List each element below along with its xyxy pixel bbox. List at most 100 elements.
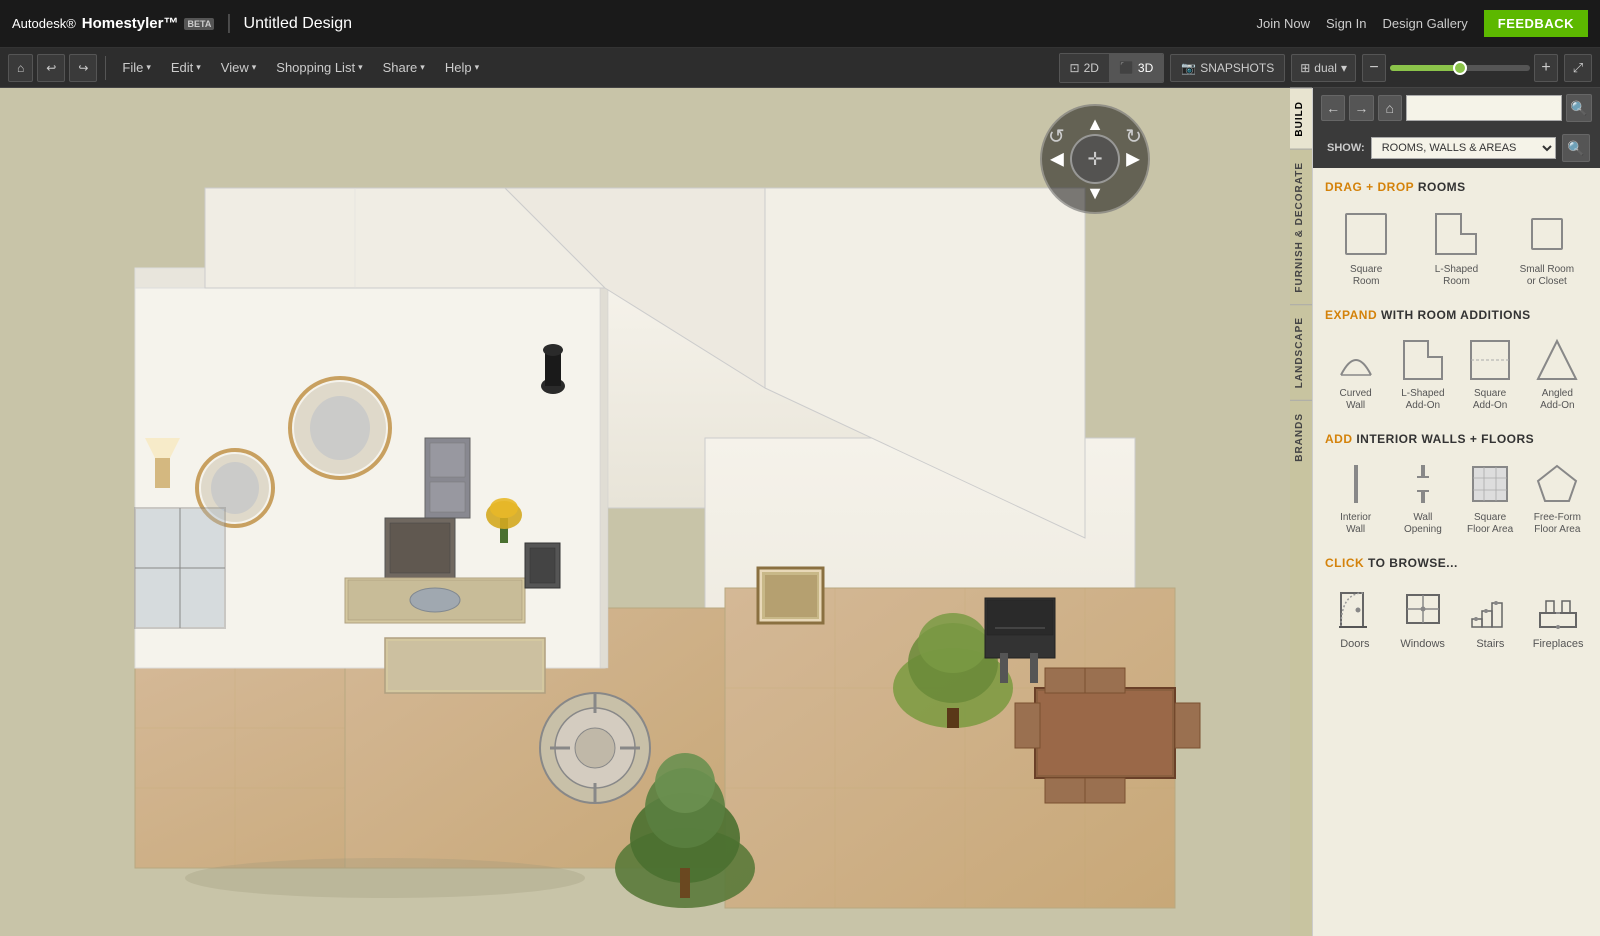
- edit-menu[interactable]: Edit ▾: [163, 54, 209, 82]
- l-addon-item[interactable]: L-ShapedAdd-On: [1392, 332, 1453, 416]
- interior-wall-label: InteriorWall: [1340, 512, 1371, 536]
- edit-label: Edit: [171, 60, 193, 75]
- shopping-list-menu[interactable]: Shopping List ▾: [268, 54, 370, 82]
- sidebar-home-button[interactable]: ⌂: [1378, 95, 1402, 121]
- topbar: Autodesk® Homestyler™ BETA | Untitled De…: [0, 0, 1600, 48]
- zoom-out-button[interactable]: −: [1362, 54, 1386, 82]
- view-2d-icon: ⊡: [1070, 61, 1080, 75]
- expand-grid: Curved Wall L-ShapedAdd-On: [1325, 332, 1588, 416]
- wall-opening-label: WallOpening: [1404, 512, 1442, 536]
- freeform-floor-item[interactable]: Free-FormFloor Area: [1527, 456, 1588, 540]
- tab-build[interactable]: BUILD: [1290, 88, 1312, 149]
- dual-label: dual: [1314, 61, 1337, 75]
- fireplaces-browse-item[interactable]: Fireplaces: [1528, 580, 1588, 654]
- dual-arrow: ▾: [1341, 61, 1347, 75]
- sidebar-search-icon-btn[interactable]: 🔍: [1562, 134, 1590, 162]
- sign-in-link[interactable]: Sign In: [1326, 16, 1366, 31]
- pan-left-button[interactable]: ◀: [1050, 149, 1064, 170]
- windows-label: Windows: [1400, 638, 1445, 650]
- zoom-bar: − +: [1362, 54, 1558, 82]
- interior-wall-item[interactable]: InteriorWall: [1325, 456, 1386, 540]
- wall-opening-item[interactable]: WallOpening: [1392, 456, 1453, 540]
- small-room-item[interactable]: Small Roomor Closet: [1506, 204, 1588, 292]
- sidebar-nav-row: ← → ⌂ 🔍: [1313, 88, 1600, 128]
- redo-button[interactable]: ↪: [69, 54, 97, 82]
- show-select[interactable]: ROOMS, WALLS & AREAS: [1371, 137, 1556, 159]
- room-scene: [0, 88, 1290, 936]
- shopping-list-label: Shopping List: [276, 60, 355, 75]
- view-2d-button[interactable]: ⊡ 2D: [1060, 54, 1109, 82]
- feedback-button[interactable]: FEEDBACK: [1484, 10, 1588, 37]
- windows-icon: [1398, 584, 1448, 634]
- share-menu[interactable]: Share ▾: [375, 54, 433, 82]
- view-menu[interactable]: View ▾: [213, 54, 264, 82]
- nav-controls: ↺ ▲ ◀ ✛ ▶ ▼ ↻: [1040, 104, 1150, 214]
- interior-wall-shape: [1332, 460, 1380, 508]
- curved-wall-item[interactable]: Curved Wall: [1325, 332, 1386, 416]
- windows-browse-item[interactable]: Windows: [1393, 580, 1453, 654]
- l-shaped-room-item[interactable]: L-ShapedRoom: [1415, 204, 1497, 292]
- tab-furnish[interactable]: FURNISH & DECORATE: [1290, 149, 1312, 305]
- doors-browse-item[interactable]: Doors: [1325, 580, 1385, 654]
- tab-landscape[interactable]: LANDSCAPE: [1290, 304, 1312, 400]
- square-floor-item[interactable]: SquareFloor Area: [1460, 456, 1521, 540]
- dual-button[interactable]: ⊞ dual ▾: [1291, 54, 1356, 82]
- sidebar-content: DRAG + DROP ROOMS SquareRoom: [1313, 168, 1600, 936]
- undo-button[interactable]: ↩: [37, 54, 65, 82]
- sidebar-forward-button[interactable]: →: [1349, 95, 1373, 121]
- nav-center-icon: ✛: [1072, 136, 1118, 182]
- zoom-in-button[interactable]: +: [1534, 54, 1558, 82]
- browse-normal: TO BROWSE...: [1368, 556, 1458, 570]
- stairs-browse-item[interactable]: Stairs: [1461, 580, 1521, 654]
- redo-icon: ↪: [78, 61, 88, 75]
- rotate-right-button[interactable]: ↻: [1125, 124, 1142, 149]
- snapshots-button[interactable]: 📷 SNAPSHOTS: [1170, 54, 1285, 82]
- square-room-label: SquareRoom: [1350, 264, 1382, 288]
- rotate-left-button[interactable]: ↺: [1048, 124, 1065, 149]
- pan-up-button[interactable]: ▲: [1086, 114, 1104, 135]
- shopping-list-arrow: ▾: [358, 62, 363, 73]
- square-room-item[interactable]: SquareRoom: [1325, 204, 1407, 292]
- square-floor-label: SquareFloor Area: [1467, 512, 1513, 536]
- home-button[interactable]: ⌂: [8, 54, 33, 82]
- stairs-label: Stairs: [1476, 638, 1504, 650]
- help-menu[interactable]: Help ▾: [437, 54, 487, 82]
- sidebar-search-input[interactable]: [1406, 95, 1562, 121]
- square-addon-item[interactable]: SquareAdd-On: [1460, 332, 1521, 416]
- interior-normal: INTERIOR WALLS + FLOORS: [1356, 432, 1534, 446]
- sidebar-back-button[interactable]: ←: [1321, 95, 1345, 121]
- expand-normal: WITH ROOM ADDITIONS: [1381, 308, 1531, 322]
- zoom-track[interactable]: [1390, 65, 1530, 71]
- join-now-link[interactable]: Join Now: [1257, 16, 1310, 31]
- angled-addon-shape: [1533, 336, 1581, 384]
- file-arrow: ▾: [146, 62, 151, 73]
- fireplaces-label: Fireplaces: [1533, 638, 1584, 650]
- square-addon-shape: [1466, 336, 1514, 384]
- toolbar: ⌂ ↩ ↪ File ▾ Edit ▾ View ▾ Shopping List…: [0, 48, 1600, 88]
- fullscreen-button[interactable]: ⤢: [1564, 54, 1592, 82]
- tab-brands[interactable]: BRANDS: [1290, 400, 1312, 474]
- square-floor-shape: [1466, 460, 1514, 508]
- undo-icon: ↩: [46, 61, 56, 75]
- viewport[interactable]: ↺ ▲ ◀ ✛ ▶ ▼ ↻: [0, 88, 1290, 936]
- file-menu[interactable]: File ▾: [114, 54, 158, 82]
- angled-addon-label: AngledAdd-On: [1540, 388, 1574, 412]
- angled-addon-item[interactable]: AngledAdd-On: [1527, 332, 1588, 416]
- sidebar-search-button[interactable]: 🔍: [1566, 94, 1592, 122]
- section-expand-title: EXPAND WITH ROOM ADDITIONS: [1325, 308, 1588, 322]
- freeform-floor-shape: [1533, 460, 1581, 508]
- drag-drop-normal: ROOMS: [1418, 180, 1466, 194]
- zoom-thumb: [1453, 61, 1467, 75]
- doors-icon: [1330, 584, 1380, 634]
- view-3d-button[interactable]: ⬛ 3D: [1109, 54, 1163, 82]
- snapshots-label: SNAPSHOTS: [1200, 61, 1274, 75]
- sep1: [105, 56, 106, 80]
- camera-icon: 📷: [1181, 61, 1196, 75]
- l-shaped-room-shape: [1430, 208, 1482, 260]
- share-arrow: ▾: [420, 62, 425, 73]
- view-2d-label: 2D: [1084, 61, 1099, 75]
- pan-down-button[interactable]: ▼: [1086, 183, 1104, 204]
- design-gallery-link[interactable]: Design Gallery: [1383, 16, 1468, 31]
- pan-right-button[interactable]: ▶: [1126, 149, 1140, 170]
- nav-center[interactable]: ✛: [1070, 134, 1120, 184]
